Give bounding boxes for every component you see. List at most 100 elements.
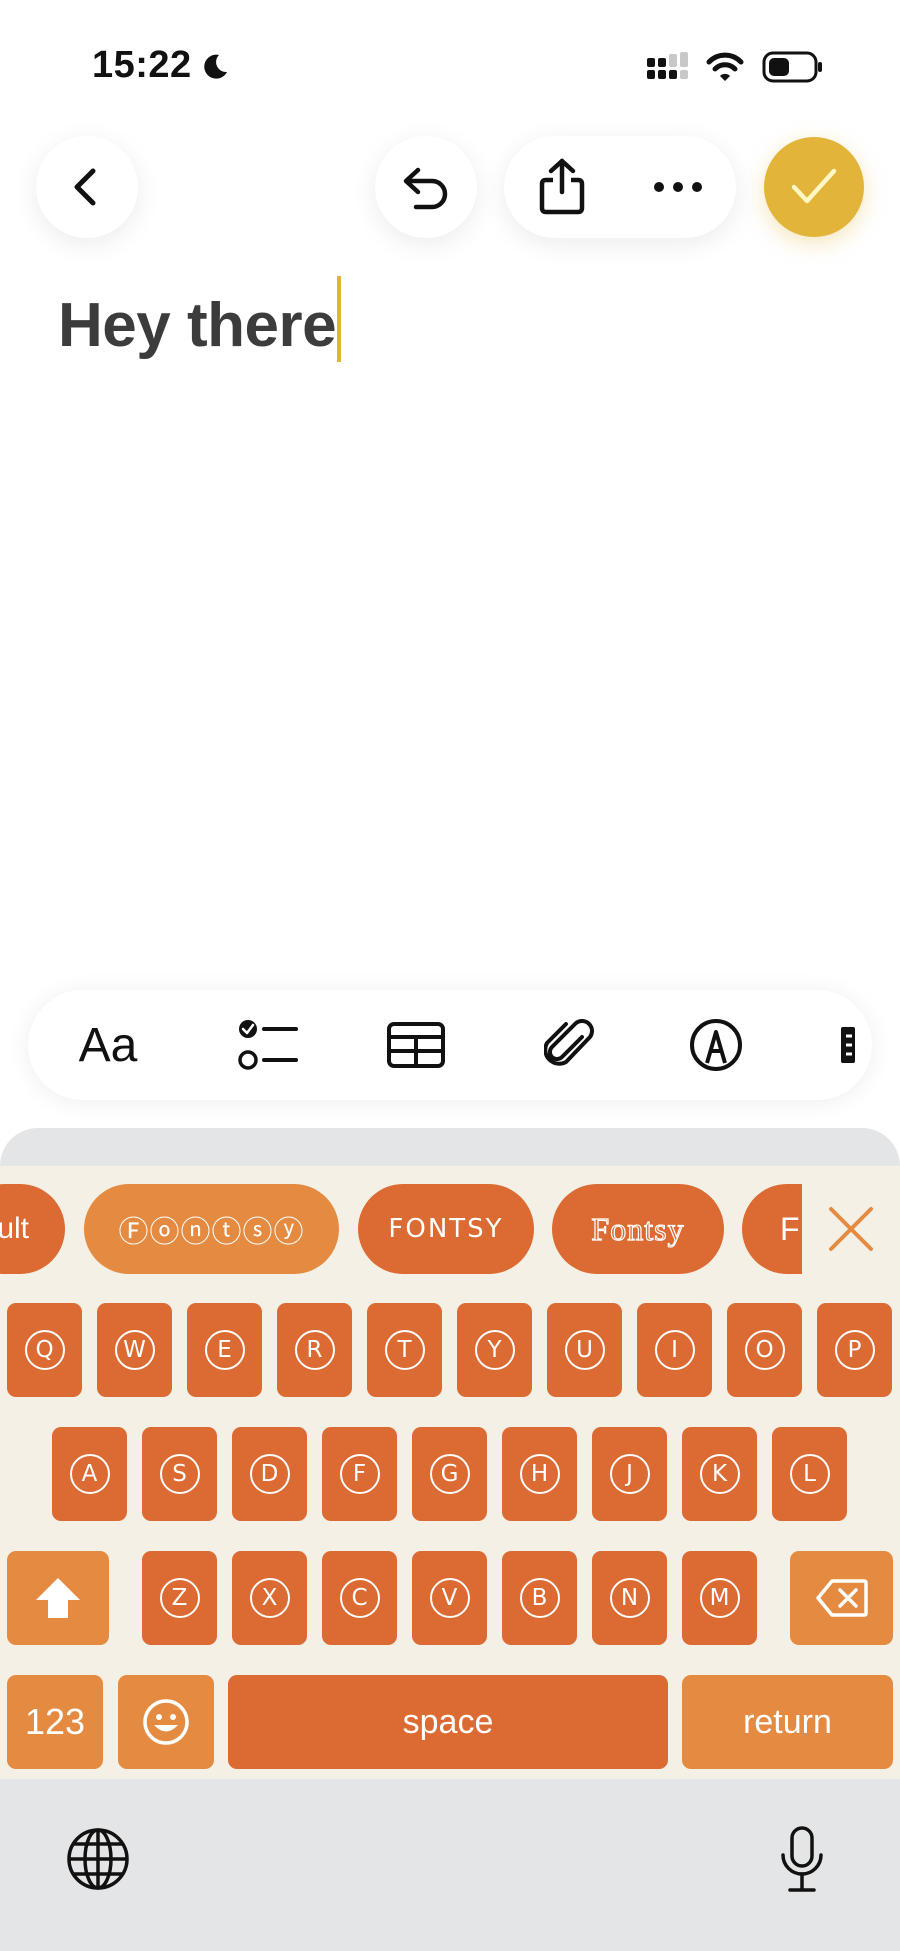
note-editor[interactable]: Hey there	[58, 276, 342, 362]
key-x[interactable]: X	[232, 1551, 307, 1645]
wifi-icon	[706, 52, 744, 81]
font-chip-default[interactable]: ult	[0, 1184, 65, 1274]
keyboard: ult Ⓕⓞⓝⓣⓢⓨ FONTSY Fontsy F Q W E R T Y U…	[0, 1166, 900, 1779]
key-k[interactable]: K	[682, 1427, 757, 1521]
key-a-label: A	[69, 1454, 110, 1494]
key-g-label: G	[429, 1454, 470, 1494]
key-l-label: L	[789, 1454, 830, 1494]
markup-button[interactable]	[666, 990, 766, 1100]
key-w[interactable]: W	[97, 1303, 172, 1397]
back-button[interactable]	[36, 136, 138, 238]
key-o-label: O	[744, 1330, 785, 1370]
key-q-label: Q	[24, 1330, 65, 1370]
key-i[interactable]: I	[637, 1303, 712, 1397]
shift-key[interactable]	[7, 1551, 109, 1645]
share-more-group	[504, 136, 736, 238]
key-m[interactable]: M	[682, 1551, 757, 1645]
share-icon	[539, 158, 585, 215]
key-d[interactable]: D	[232, 1427, 307, 1521]
key-f[interactable]: F	[322, 1427, 397, 1521]
key-c[interactable]: C	[322, 1551, 397, 1645]
table-icon	[387, 1022, 445, 1068]
key-v-label: V	[429, 1578, 470, 1618]
key-j-label: J	[609, 1454, 650, 1494]
undo-icon	[403, 167, 448, 210]
more-formatting-button[interactable]	[838, 990, 872, 1100]
key-w-label: W	[114, 1330, 155, 1370]
key-r[interactable]: R	[277, 1303, 352, 1397]
more-icon	[654, 182, 702, 192]
key-b-label: B	[519, 1578, 560, 1618]
key-c-label: C	[339, 1578, 380, 1618]
key-q[interactable]: Q	[7, 1303, 82, 1397]
font-chip-partial[interactable]: F	[742, 1184, 802, 1274]
numbers-key[interactable]: 123	[7, 1675, 103, 1769]
key-r-label: R	[294, 1330, 335, 1370]
done-button[interactable]	[764, 137, 864, 237]
checkmark-icon	[791, 168, 837, 204]
key-y[interactable]: Y	[457, 1303, 532, 1397]
share-button[interactable]	[522, 136, 602, 238]
font-chip-caps[interactable]: FONTSY	[358, 1184, 534, 1274]
format-toolbar: Aa	[28, 990, 872, 1100]
microphone-icon	[781, 1826, 823, 1892]
attachment-button[interactable]	[519, 990, 619, 1100]
key-e[interactable]: E	[187, 1303, 262, 1397]
key-z[interactable]: Z	[142, 1551, 217, 1645]
key-l[interactable]: L	[772, 1427, 847, 1521]
key-n[interactable]: N	[592, 1551, 667, 1645]
globe-button[interactable]	[58, 1819, 138, 1899]
text-style-button[interactable]: Aa	[58, 990, 158, 1100]
status-time: 15:22	[92, 44, 192, 86]
space-key[interactable]: space	[228, 1675, 668, 1769]
key-o[interactable]: O	[727, 1303, 802, 1397]
font-chip-outline[interactable]: Fontsy	[552, 1184, 724, 1274]
attachment-icon	[544, 1019, 594, 1066]
delete-key[interactable]	[790, 1551, 893, 1645]
return-key-label: return	[743, 1702, 832, 1741]
close-chips-button[interactable]	[802, 1176, 900, 1282]
text-cursor	[337, 276, 342, 362]
key-k-label: K	[699, 1454, 740, 1494]
numbers-key-label: 123	[24, 1701, 86, 1742]
key-i-label: I	[654, 1330, 695, 1370]
key-s-label: S	[159, 1454, 200, 1494]
key-f-label: F	[339, 1454, 380, 1494]
key-z-label: Z	[159, 1578, 200, 1618]
key-u[interactable]: U	[547, 1303, 622, 1397]
moon-icon	[204, 54, 227, 79]
checklist-button[interactable]	[218, 990, 318, 1100]
font-chip-circled[interactable]: Ⓕⓞⓝⓣⓢⓨ	[84, 1184, 339, 1274]
markup-icon	[690, 1019, 742, 1071]
table-button[interactable]	[366, 990, 466, 1100]
space-key-label: space	[402, 1702, 494, 1741]
back-chevron-icon	[74, 168, 96, 206]
key-u-label: U	[564, 1330, 605, 1370]
more-button[interactable]	[638, 136, 718, 238]
more-formatting-icon	[841, 1027, 855, 1063]
undo-button[interactable]	[375, 136, 477, 238]
battery-icon	[762, 51, 822, 83]
key-s[interactable]: S	[142, 1427, 217, 1521]
key-t[interactable]: T	[367, 1303, 442, 1397]
key-b[interactable]: B	[502, 1551, 577, 1645]
key-h[interactable]: H	[502, 1427, 577, 1521]
emoji-key[interactable]	[118, 1675, 214, 1769]
key-p-label: P	[834, 1330, 875, 1370]
key-v[interactable]: V	[412, 1551, 487, 1645]
note-text: Hey there	[58, 291, 337, 360]
key-h-label: H	[519, 1454, 560, 1494]
key-g[interactable]: G	[412, 1427, 487, 1521]
microphone-button[interactable]	[762, 1815, 842, 1905]
key-a[interactable]: A	[52, 1427, 127, 1521]
key-j[interactable]: J	[592, 1427, 667, 1521]
return-key[interactable]: return	[682, 1675, 893, 1769]
key-t-label: T	[384, 1330, 425, 1370]
cellular-signal-icon	[647, 52, 688, 79]
key-y-label: Y	[474, 1330, 515, 1370]
emoji-icon	[143, 1699, 189, 1745]
key-n-label: N	[609, 1578, 650, 1618]
key-p[interactable]: P	[817, 1303, 892, 1397]
close-icon	[829, 1207, 873, 1251]
shift-icon	[36, 1578, 80, 1618]
